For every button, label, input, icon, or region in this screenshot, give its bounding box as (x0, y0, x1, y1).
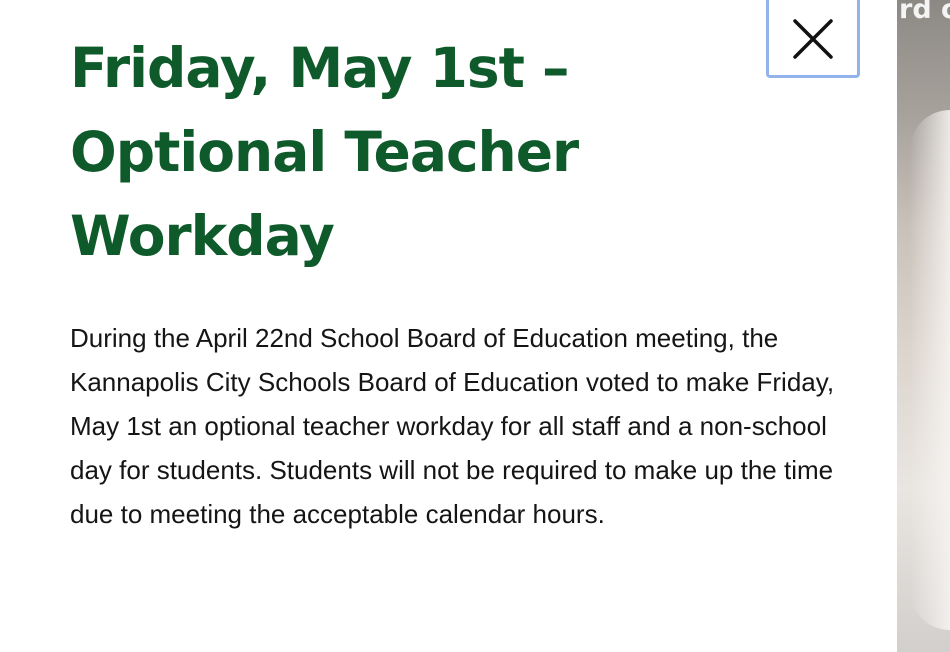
close-icon (793, 19, 833, 59)
background-photo-highlight (910, 110, 950, 630)
announcement-title: Friday, May 1st – Optional Teacher Workd… (70, 36, 579, 268)
announcement-body: During the April 22nd School Board of Ed… (70, 323, 835, 529)
background-photo: rd o (897, 0, 950, 652)
announcement-modal: Friday, May 1st – Optional Teacher Workd… (0, 0, 897, 652)
close-button[interactable] (766, 0, 860, 78)
background-text: rd o (899, 0, 950, 25)
